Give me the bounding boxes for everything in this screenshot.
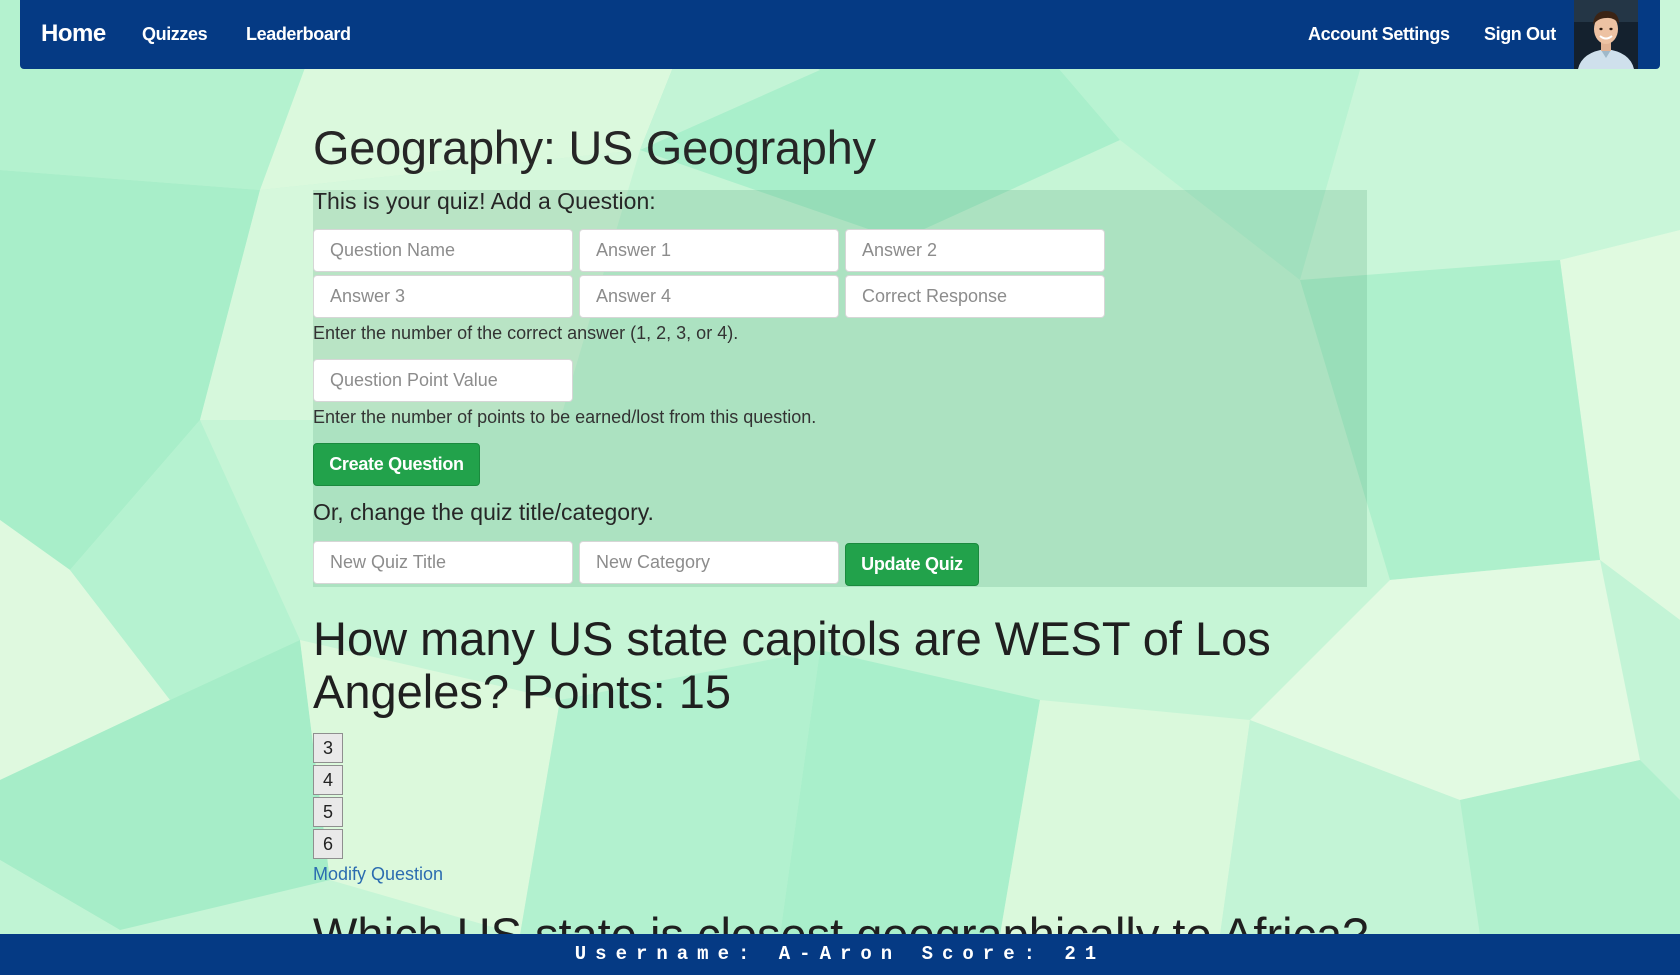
nav-account-settings-link[interactable]: Account Settings bbox=[1308, 24, 1450, 45]
question-title: How many US state capitols are WEST of L… bbox=[313, 612, 1271, 718]
nav-leaderboard-link[interactable]: Leaderboard bbox=[246, 24, 351, 45]
new-category-input[interactable] bbox=[579, 541, 839, 584]
answer-list: 3 4 5 6 bbox=[313, 733, 343, 861]
point-value-help: Enter the number of points to be earned/… bbox=[313, 407, 817, 427]
answer-option[interactable]: 5 bbox=[313, 797, 343, 827]
username-score-text: Username: A-Aron Score: 21 bbox=[574, 943, 1106, 965]
change-quiz-prompt: Or, change the quiz title/category. bbox=[313, 499, 654, 525]
user-avatar[interactable] bbox=[1574, 0, 1638, 69]
add-question-panel: This is your quiz! Add a Question: Enter… bbox=[313, 188, 1367, 587]
nav-home-link[interactable]: Home bbox=[41, 20, 106, 48]
top-navbar: Home Quizzes Leaderboard Account Setting… bbox=[20, 0, 1660, 69]
question-name-input[interactable] bbox=[313, 229, 573, 272]
add-question-intro: This is your quiz! Add a Question: bbox=[313, 188, 656, 214]
answer-3-input[interactable] bbox=[313, 275, 573, 318]
modify-question-link[interactable]: Modify Question bbox=[313, 864, 443, 885]
create-question-button[interactable]: Create Question bbox=[313, 443, 480, 486]
update-quiz-button[interactable]: Update Quiz bbox=[845, 543, 979, 586]
answer-option[interactable]: 6 bbox=[313, 829, 343, 859]
status-footer: Username: A-Aron Score: 21 bbox=[0, 934, 1680, 975]
new-quiz-title-input[interactable] bbox=[313, 541, 573, 584]
answer-option[interactable]: 3 bbox=[313, 733, 343, 763]
answer-1-input[interactable] bbox=[579, 229, 839, 272]
point-value-input[interactable] bbox=[313, 359, 573, 402]
answer-4-input[interactable] bbox=[579, 275, 839, 318]
correct-answer-help: Enter the number of the correct answer (… bbox=[313, 323, 739, 343]
quiz-title: Geography: US Geography bbox=[313, 121, 876, 174]
correct-response-input[interactable] bbox=[845, 275, 1105, 318]
nav-quizzes-link[interactable]: Quizzes bbox=[142, 24, 208, 45]
nav-sign-out-link[interactable]: Sign Out bbox=[1484, 24, 1556, 45]
answer-2-input[interactable] bbox=[845, 229, 1105, 272]
answer-option[interactable]: 4 bbox=[313, 765, 343, 795]
